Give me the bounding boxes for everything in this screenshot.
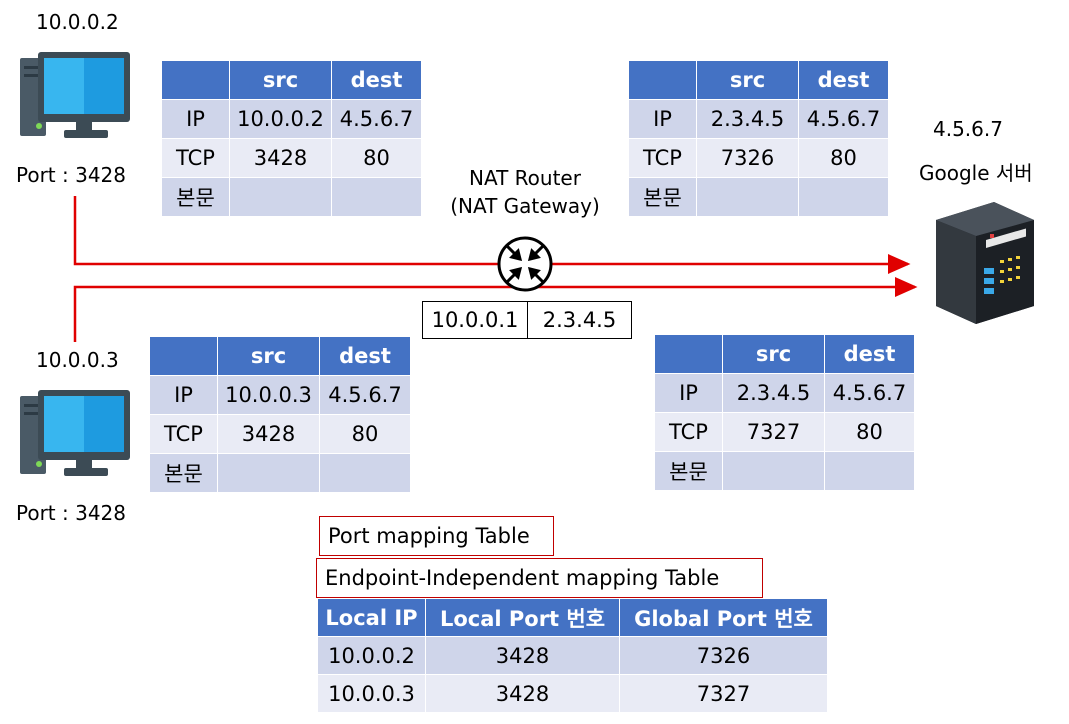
cell: 3428 [229,138,332,178]
cell [331,177,422,217]
cell [798,177,889,217]
server-ip: 4.5.6.7 [933,117,1003,141]
cell [217,453,320,493]
cell [319,453,411,493]
host1-ip: 10.0.0.2 [36,10,119,34]
header-dest: dest [798,60,889,100]
cell: 7327 [619,674,828,713]
cell: 3428 [217,414,320,454]
server-name: Google 서버 [919,161,1033,185]
cell [722,451,825,491]
router-label-1: NAT Router [469,166,581,190]
router-outside-ip: 2.3.4.5 [527,301,632,339]
cell: 7327 [722,412,825,452]
cell: 4.5.6.7 [824,373,915,413]
table-row: 10.0.0.2 3428 7326 [317,636,828,675]
header-src: src [722,334,825,374]
packet-table-translated-1: src dest IP 2.3.4.5 4.5.6.7 TCP 7326 80 본문 [628,60,889,217]
header-dest: dest [319,336,411,376]
row-label: TCP [628,138,697,178]
cell: 80 [319,414,411,454]
header-src: src [229,60,332,100]
cell [696,177,799,217]
cell: 4.5.6.7 [331,99,422,139]
table-row: 10.0.0.3 3428 7327 [317,674,828,713]
computer-icon [20,52,130,138]
router-inside-ip: 10.0.0.1 [422,301,528,339]
mapping-table: Local IP Local Port 번호 Global Port 번호 10… [317,598,828,713]
cell: 3428 [425,636,620,675]
cell: 80 [798,138,889,178]
cell: 7326 [619,636,828,675]
cell: 3428 [425,674,620,713]
header-src: src [696,60,799,100]
header-global-port: Global Port 번호 [619,598,828,637]
cell: 80 [331,138,422,178]
row-label: 본문 [161,177,230,217]
row-label: 본문 [149,453,218,493]
header-local-ip: Local IP [317,598,426,637]
cell [824,451,915,491]
router-icon [497,236,553,292]
packet-table-host2: src dest IP 10.0.0.3 4.5.6.7 TCP 3428 80 본문 [149,336,411,493]
header-blank [149,336,218,376]
header-dest: dest [331,60,422,100]
router-ip-table: 10.0.0.1 2.3.4.5 [422,301,632,339]
cell: 7326 [696,138,799,178]
row-label: TCP [654,412,723,452]
row-label: IP [628,99,697,139]
header-blank [161,60,230,100]
row-label: IP [149,375,218,415]
cell: 80 [824,412,915,452]
packet-table-host1: src dest IP 10.0.0.2 4.5.6.7 TCP 3428 80 본문 [161,60,422,217]
row-label: IP [654,373,723,413]
server-icon [936,202,1034,324]
row-label: 본문 [628,177,697,217]
header-blank [628,60,697,100]
computer-icon [20,390,130,476]
cell: 4.5.6.7 [319,375,411,415]
header-src: src [217,336,320,376]
row-label: 본문 [654,451,723,491]
row-label: TCP [149,414,218,454]
packet-table-translated-2: src dest IP 2.3.4.5 4.5.6.7 TCP 7327 80 본문 [654,334,915,491]
cell [229,177,332,217]
cell: 10.0.0.2 [229,99,332,139]
cell: 4.5.6.7 [798,99,889,139]
cell: 2.3.4.5 [696,99,799,139]
row-label: TCP [161,138,230,178]
cell: 2.3.4.5 [722,373,825,413]
header-local-port: Local Port 번호 [425,598,620,637]
row-label: IP [161,99,230,139]
cell: 10.0.0.3 [217,375,320,415]
host2-port: Port : 3428 [16,501,126,525]
cell: 10.0.0.3 [317,674,426,713]
host2-ip: 10.0.0.3 [36,348,119,372]
router-label-2: (NAT Gateway) [450,194,600,218]
host1-port: Port : 3428 [16,163,126,187]
port-mapping-title: Port mapping Table [319,516,554,556]
cell: 10.0.0.2 [317,636,426,675]
header-dest: dest [824,334,915,374]
header-blank [654,334,723,374]
endpoint-mapping-title: Endpoint-Independent mapping Table [316,558,763,598]
